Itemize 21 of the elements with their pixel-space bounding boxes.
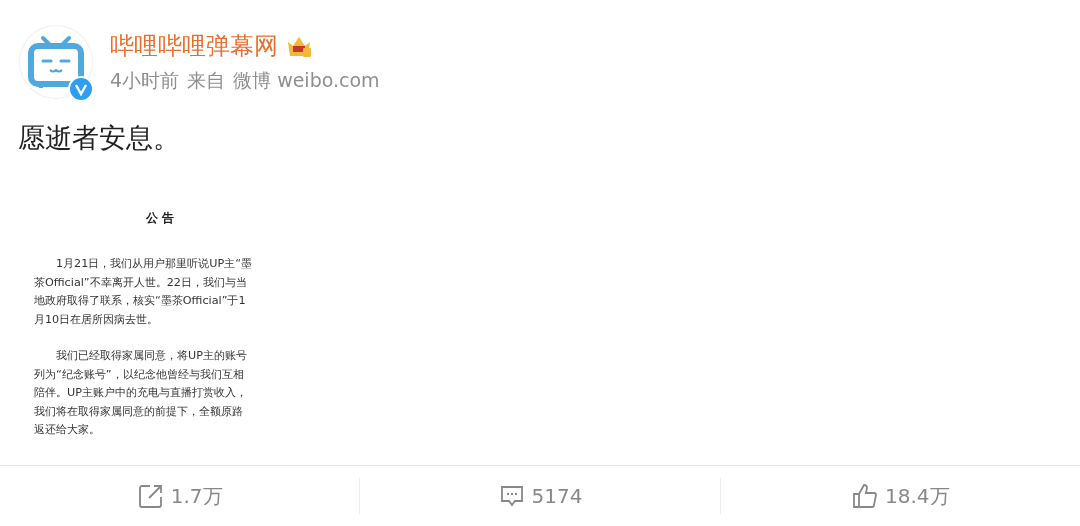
post-text: 愿逝者安息。 [17,121,181,155]
post-time: 4小时前 [110,68,180,93]
tv-mascot-icon [27,35,85,89]
source-label: 来自 [187,68,226,93]
account-name[interactable]: 哔哩哔哩弹幕网 [110,30,278,62]
notice-line: 1月21日，我们从用户那里听说UP主“墨 [55,256,254,272]
thumbs-up-icon [851,482,880,510]
like-button[interactable]: 18.4万 [851,482,950,510]
notice-line: 月10日在居所因病去世。 [34,311,160,328]
notice-line: 我们已经取得家属同意，将UP主的账号 [55,348,248,364]
comment-button[interactable]: 5174 [497,482,583,510]
share-icon [136,482,165,510]
notice-line: 返还给大家。 [34,422,101,438]
notice-line: 地政府取得了联系，核实“墨茶Official”于1 [34,293,247,309]
repost-button[interactable]: 1.7万 [136,482,223,510]
notice-line: 茶Official”不幸离开人世。22日，我们与当 [34,274,248,291]
notice-line: 列为“纪念账号”，以纪念他曾经与我们互相 [34,366,245,383]
notice-title: 公 告 [144,210,176,227]
notice-line: 陪伴。UP主账户中的充电与直播打赏收入， [34,385,248,401]
source-link[interactable]: 微博 weibo.com [233,68,380,94]
notice-line: 我们将在取得家属同意的前提下，全额原路 [34,403,244,420]
